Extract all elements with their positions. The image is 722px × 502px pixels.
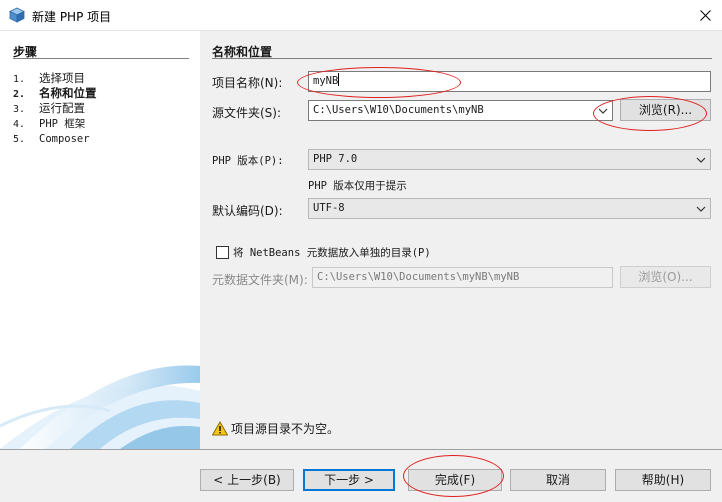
step-item: 3. 运行配置 xyxy=(13,101,85,115)
steps-panel: 步骤 1. 选择项目 2. 名称和位置 3. 运行配置 4. PHP 框架 5. Comp… xyxy=(0,31,200,449)
metadata-folder-input[interactable]: C:\Users\W10\Documents\myNB\myNB xyxy=(312,267,613,288)
title-bar: 新建 PHP 项目 xyxy=(0,0,722,31)
sources-folder-label: 源文件夹(S): xyxy=(212,106,282,120)
metadata-checkbox[interactable] xyxy=(216,246,229,259)
encoding-label: 默认编码(D): xyxy=(212,204,283,218)
chevron-down-icon xyxy=(696,157,706,163)
section-divider xyxy=(212,58,712,59)
netbeans-cube-icon xyxy=(9,7,25,23)
php-version-hint: PHP 版本仅用于提示 xyxy=(308,180,407,192)
back-button[interactable]: < 上一步(B) xyxy=(200,469,294,491)
metadata-folder-label: 元数据文件夹(M): xyxy=(212,273,308,287)
wizard-swoosh-graphic xyxy=(0,365,200,449)
warning-icon xyxy=(212,421,228,436)
close-icon xyxy=(699,9,711,21)
step-item-current: 2. 名称和位置 xyxy=(13,86,97,100)
step-item: 4. PHP 框架 xyxy=(13,118,86,130)
chevron-down-icon[interactable] xyxy=(597,105,609,117)
name-location-panel: 名称和位置 项目名称(N): myNB 源文件夹(S): C:\Users\W1… xyxy=(200,31,722,449)
browse-sources-button[interactable]: 浏览(R)... xyxy=(620,99,711,121)
browse-metadata-button[interactable]: 浏览(O)... xyxy=(620,266,711,288)
window-title: 新建 PHP 项目 xyxy=(32,10,112,24)
next-button[interactable]: 下一步 > xyxy=(303,469,395,491)
footer-bar: < 上一步(B) 下一步 > 完成(F) 取消 帮助(H) xyxy=(0,450,722,502)
encoding-select[interactable]: UTF-8 xyxy=(308,198,711,219)
warning-message: 项目源目录不为空。 xyxy=(212,420,339,437)
help-button[interactable]: 帮助(H) xyxy=(615,469,711,491)
project-name-label: 项目名称(N): xyxy=(212,76,283,90)
finish-button[interactable]: 完成(F) xyxy=(408,469,502,491)
close-button[interactable] xyxy=(688,0,722,30)
sources-folder-combo[interactable]: C:\Users\W10\Documents\myNB xyxy=(308,100,613,121)
cancel-button[interactable]: 取消 xyxy=(510,469,606,491)
step-item: 5. Composer xyxy=(13,133,90,145)
metadata-checkbox-label[interactable]: 将 NetBeans 元数据放入单独的目录(P) xyxy=(233,245,431,260)
step-item: 1. 选择项目 xyxy=(13,71,85,85)
steps-divider xyxy=(13,58,189,59)
project-name-input[interactable]: myNB xyxy=(308,71,711,92)
php-version-label: PHP 版本(P): xyxy=(212,155,284,167)
chevron-down-icon xyxy=(696,206,706,212)
php-version-select[interactable]: PHP 7.0 xyxy=(308,149,711,170)
steps-list: 1. 选择项目 2. 名称和位置 3. 运行配置 4. PHP 框架 5. Compose… xyxy=(13,71,97,146)
